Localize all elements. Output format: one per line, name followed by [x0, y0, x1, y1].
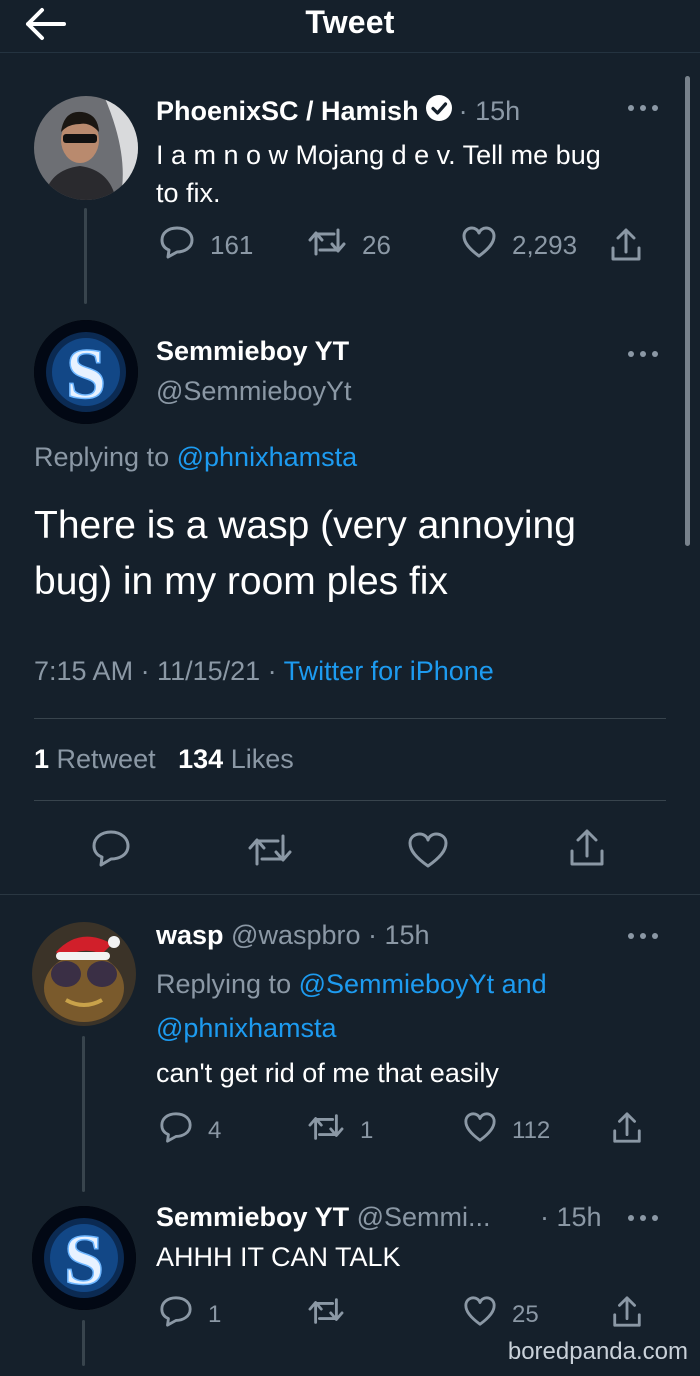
tweet-text: AHHH IT CAN TALK [156, 1242, 401, 1272]
retweet-button[interactable]: 1 [306, 1110, 373, 1151]
share-icon[interactable] [610, 1110, 644, 1151]
like-button[interactable]: 2,293 [460, 224, 577, 267]
timestamp: · 15h [458, 96, 521, 126]
retweet-icon[interactable] [246, 830, 294, 875]
more-options-icon[interactable] [626, 1208, 660, 1233]
share-icon[interactable] [610, 1294, 644, 1335]
reply-icon [158, 1294, 194, 1335]
scrollbar[interactable] [685, 76, 690, 546]
mention-link[interactable]: @phnixhamsta [177, 442, 358, 472]
author-line: Semmieboy YT @Semmi... [156, 1202, 491, 1233]
likes-stat[interactable]: 134 Likes [178, 744, 294, 774]
thread-connector [82, 1320, 85, 1366]
share-icon[interactable] [566, 826, 608, 875]
author-name[interactable]: Semmieboy YT [156, 1202, 349, 1232]
reply-icon[interactable] [90, 828, 132, 873]
retweet-button[interactable]: 26 [306, 224, 391, 267]
share-icon[interactable] [608, 226, 644, 269]
tweet-text: I a m n o w Mojang d e v. Tell me bug to… [156, 140, 601, 208]
more-options-icon[interactable] [626, 926, 660, 951]
reply-button[interactable]: 4 [158, 1110, 221, 1151]
reply-icon [158, 224, 196, 267]
thread-connector [84, 208, 87, 304]
top-bar: Tweet [0, 0, 700, 53]
tweet-text: can't get rid of me that easily [156, 1058, 499, 1088]
author-handle[interactable]: @SemmieboyYt [156, 376, 351, 407]
more-options-icon[interactable] [626, 98, 660, 123]
retweet-icon[interactable] [306, 1294, 346, 1333]
divider [34, 800, 666, 801]
mention-link[interactable]: @SemmieboyYt and [299, 969, 547, 999]
replying-to: Replying to @phnixhamsta [34, 442, 358, 472]
reply-icon [158, 1110, 194, 1151]
tweet-meta: 7:15 AM · 11/15/21 · Twitter for iPhone [34, 656, 494, 686]
author-handle[interactable]: @Semmi... [357, 1202, 491, 1232]
author-name[interactable]: PhoenixSC / Hamish [156, 96, 419, 127]
divider [34, 718, 666, 719]
like-button[interactable]: 25 [462, 1294, 539, 1335]
thread-connector [82, 1036, 85, 1192]
tweet-text: There is a wasp (very annoying bug) in m… [34, 504, 576, 603]
heart-icon[interactable] [406, 830, 450, 875]
avatar[interactable] [34, 96, 138, 200]
verified-badge-icon [425, 94, 453, 129]
mention-link[interactable]: @phnixhamsta [156, 1013, 337, 1043]
author-line: PhoenixSC / Hamish · 15h [156, 94, 520, 129]
avatar[interactable]: S [32, 1206, 136, 1310]
retweet-icon [306, 224, 348, 267]
heart-icon [462, 1110, 498, 1151]
retweets-stat[interactable]: 1 Retweet [34, 744, 156, 774]
avatar[interactable] [32, 922, 136, 1026]
svg-text:S: S [64, 1220, 104, 1300]
heart-icon [460, 224, 498, 267]
reply-button[interactable]: 1 [158, 1294, 221, 1335]
more-options-icon[interactable] [626, 344, 660, 369]
author-line: wasp @waspbro · 15h [156, 920, 430, 951]
tweet-stats: 1 Retweet 134 Likes [34, 744, 294, 775]
author-name[interactable]: wasp [156, 920, 224, 950]
page-title: Tweet [305, 4, 395, 40]
source-link[interactable]: Twitter for iPhone [284, 656, 494, 686]
avatar[interactable]: S [34, 320, 138, 424]
divider [0, 894, 700, 895]
reply-button[interactable]: 161 [158, 224, 253, 267]
retweet-icon [306, 1110, 346, 1151]
heart-icon [462, 1294, 498, 1335]
svg-text:S: S [66, 334, 106, 414]
author-handle[interactable]: @waspbro · 15h [231, 920, 430, 950]
replying-to: Replying to @SemmieboyYt and @phnixhamst… [156, 969, 547, 1043]
like-button[interactable]: 112 [462, 1110, 550, 1151]
watermark: boredpanda.com [507, 1338, 688, 1365]
timestamp: · 15h [540, 1202, 602, 1232]
author-name[interactable]: Semmieboy YT [156, 336, 349, 367]
